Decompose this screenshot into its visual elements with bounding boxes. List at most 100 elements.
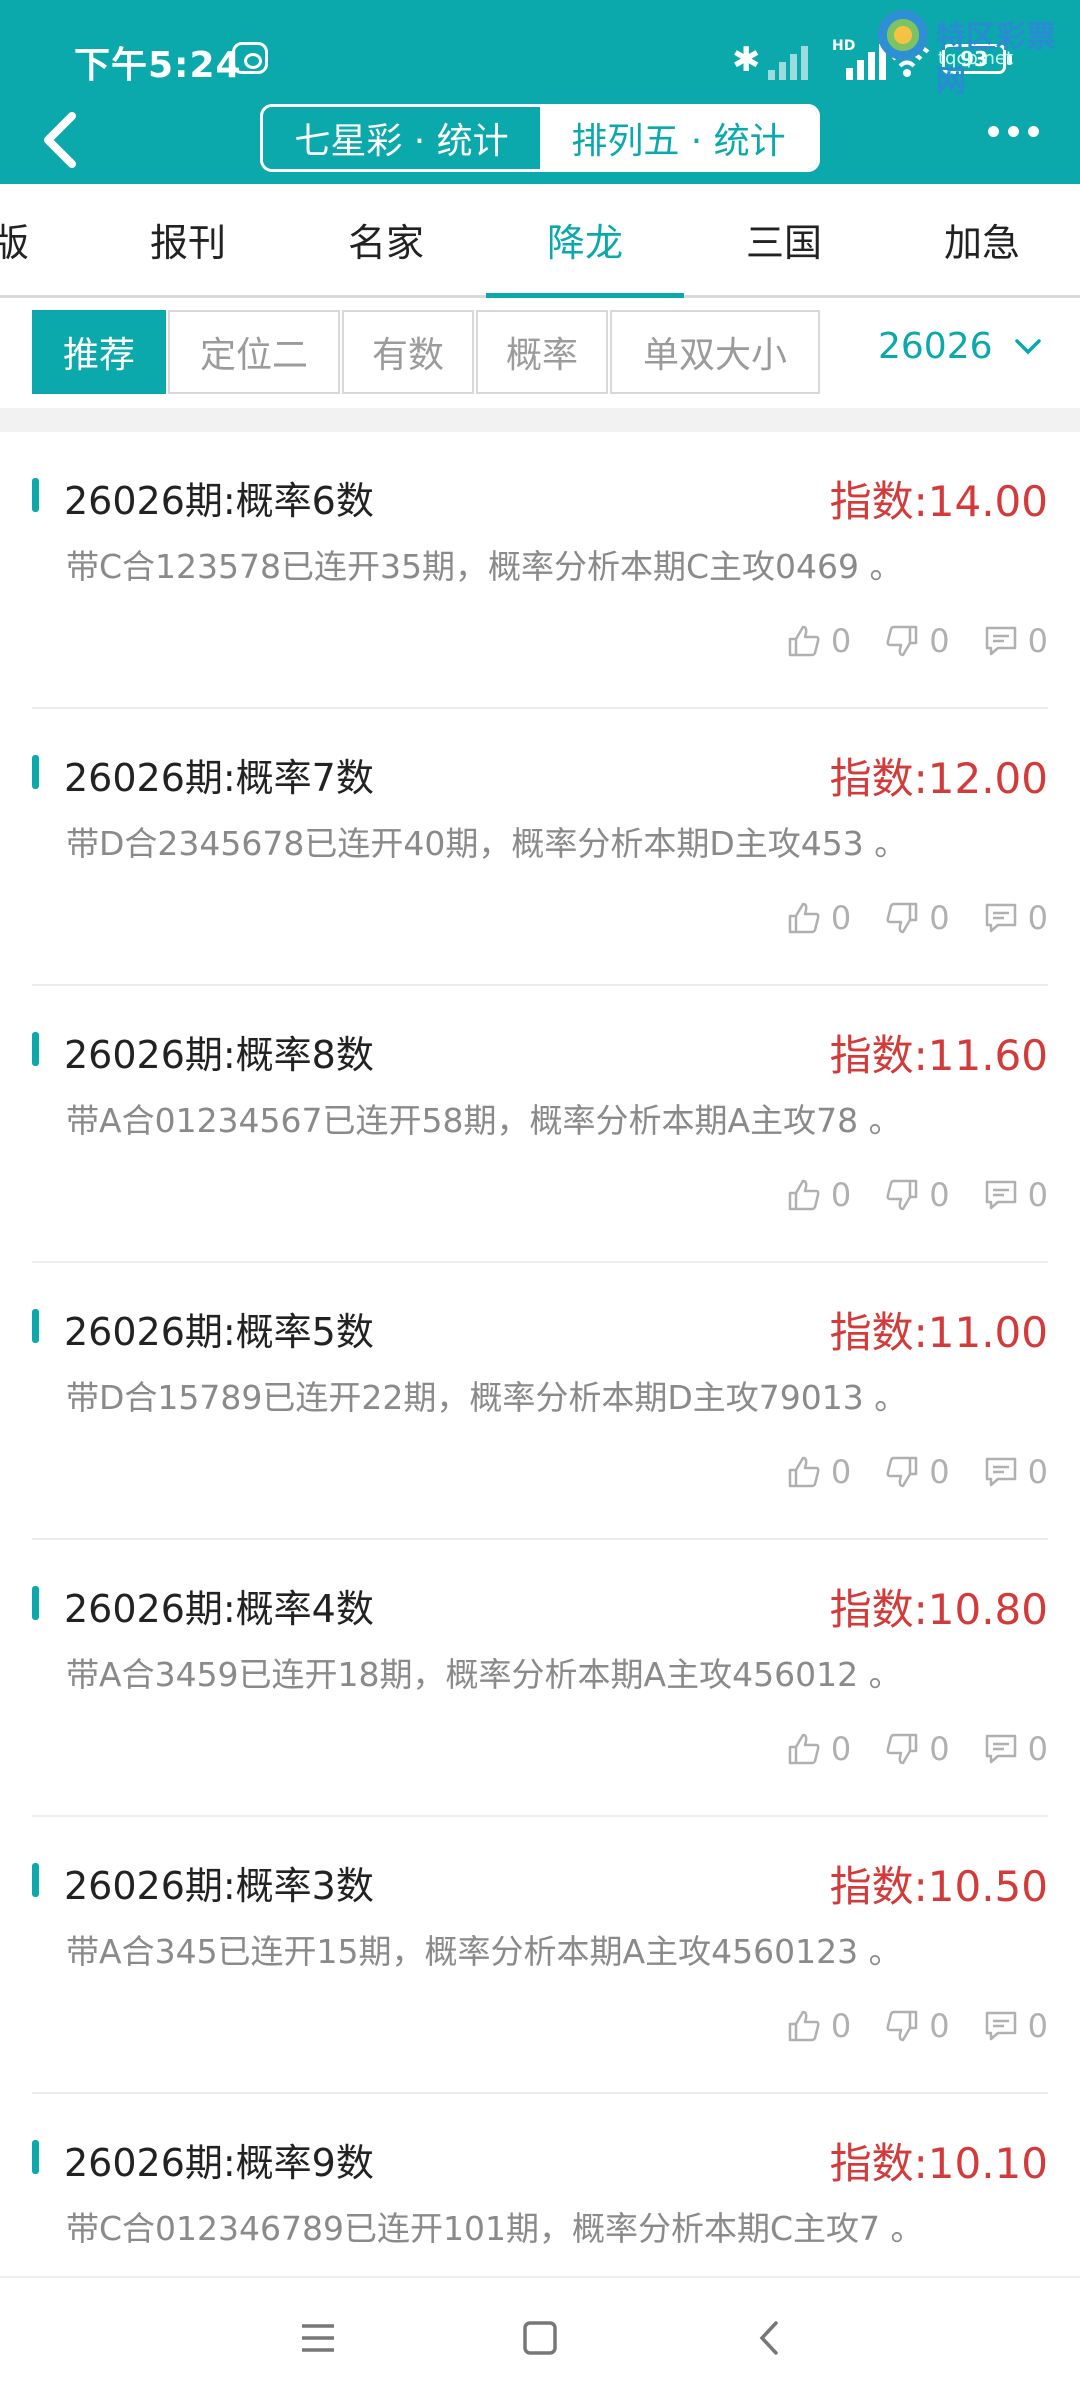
thumbs-down-icon	[886, 625, 918, 657]
segment-switcher: 七星彩 · 统计 排列五 · 统计	[260, 104, 820, 172]
item-actions: 0 0 0	[753, 622, 1048, 660]
item-description: 带D合15789已连开22期，概率分析本期D主攻79013 。	[66, 1378, 908, 1417]
accent-bar	[32, 755, 39, 789]
comment-count: 0	[1027, 622, 1048, 660]
filter-dingwei[interactable]: 定位二	[168, 310, 340, 394]
tab-baokan[interactable]: 报刊	[90, 184, 286, 295]
comment-button[interactable]: 0	[984, 899, 1048, 937]
thumbs-up-icon	[788, 902, 820, 934]
category-tabs: 版 报刊 名家 降龙 三国 加急	[0, 184, 1080, 298]
filter-recommend[interactable]: 推荐	[32, 310, 166, 394]
like-count: 0	[830, 899, 852, 937]
stats-list: 26026期:概率6数 指数:14.00 带C合123578已连开35期，概率分析本…	[0, 432, 1080, 2371]
system-nav-bar	[0, 2276, 1080, 2400]
comment-button[interactable]: 0	[984, 1453, 1048, 1491]
watermark: 特区彩票网 tqcp.net	[878, 10, 1078, 99]
item-title: 26026期:概率7数	[64, 756, 374, 800]
tab-mingjia[interactable]: 名家	[288, 184, 484, 295]
list-item[interactable]: 26026期:概率3数 指数:10.50 带A合345已连开15期，概率分析本期A主…	[32, 1817, 1048, 2094]
bluetooth-icon: ✱	[732, 40, 761, 80]
dislike-button[interactable]: 0	[885, 622, 950, 660]
comment-button[interactable]: 0	[984, 1176, 1048, 1214]
item-title: 26026期:概率3数	[64, 1864, 374, 1908]
item-actions: 0 0 0	[753, 899, 1048, 937]
thumbs-up-icon	[788, 1456, 820, 1488]
dislike-button[interactable]: 0	[885, 899, 950, 937]
dislike-count: 0	[929, 622, 950, 660]
menu-icon[interactable]	[300, 2320, 336, 2356]
item-description: 带A合01234567已连开58期，概率分析本期A主攻78 。	[66, 1101, 902, 1140]
filter-youshu[interactable]: 有数	[342, 310, 474, 394]
item-actions: 0 0 0	[753, 2007, 1048, 2045]
list-item[interactable]: 26026期:概率4数 指数:10.80 带A合3459已连开18期，概率分析本期A…	[32, 1540, 1048, 1817]
comment-button[interactable]: 0	[984, 2007, 1048, 2045]
issue-selector[interactable]: 26026	[878, 326, 1043, 367]
like-button[interactable]: 0	[787, 622, 851, 660]
like-button[interactable]: 0	[787, 1176, 851, 1214]
comment-icon	[985, 1734, 1016, 1764]
dislike-count: 0	[929, 1730, 950, 1768]
item-title: 26026期:概率4数	[64, 1587, 374, 1631]
dislike-count: 0	[929, 1453, 950, 1491]
dislike-count: 0	[929, 899, 950, 937]
back-nav-icon[interactable]	[752, 2320, 788, 2356]
accent-bar	[32, 1309, 39, 1343]
like-count: 0	[830, 2007, 852, 2045]
segment-pailiewu[interactable]: 排列五 · 统计	[540, 107, 817, 169]
item-score: 指数:11.60	[829, 1031, 1048, 1080]
filter-gailv[interactable]: 概率	[476, 310, 608, 394]
item-title: 26026期:概率9数	[64, 2141, 374, 2185]
accent-bar	[32, 478, 39, 512]
comment-icon	[985, 903, 1016, 933]
like-button[interactable]: 0	[787, 1730, 851, 1768]
dislike-button[interactable]: 0	[885, 1730, 950, 1768]
filter-chips: 推荐 定位二 有数 概率 单双大小	[32, 310, 822, 394]
comment-count: 0	[1027, 899, 1048, 937]
like-button[interactable]: 0	[787, 1453, 851, 1491]
item-score: 指数:10.80	[829, 1585, 1048, 1634]
thumbs-up-icon	[788, 1733, 820, 1765]
tab-sanguo[interactable]: 三国	[686, 184, 882, 295]
comment-button[interactable]: 0	[984, 622, 1048, 660]
dislike-button[interactable]: 0	[885, 2007, 950, 2045]
tab-xianglong[interactable]: 降龙	[486, 184, 684, 298]
item-actions: 0 0 0	[753, 1730, 1048, 1768]
comment-icon	[985, 2011, 1016, 2041]
chevron-down-icon	[1014, 338, 1041, 354]
item-score: 指数:10.10	[829, 2139, 1048, 2188]
issue-number: 26026	[878, 326, 993, 367]
accent-bar	[32, 1586, 39, 1620]
item-actions: 0 0 0	[753, 1176, 1048, 1214]
comment-count: 0	[1027, 1453, 1048, 1491]
thumbs-down-icon	[886, 1456, 918, 1488]
like-button[interactable]: 0	[787, 899, 851, 937]
comment-icon	[985, 626, 1016, 656]
accent-bar	[32, 2140, 39, 2174]
list-item[interactable]: 26026期:概率7数 指数:12.00 带D合2345678已连开40期，概率分析…	[32, 709, 1048, 986]
comment-icon	[985, 1180, 1016, 1210]
dislike-button[interactable]: 0	[885, 1453, 950, 1491]
item-actions: 0 0 0	[753, 1453, 1048, 1491]
comment-count: 0	[1027, 1176, 1048, 1214]
tab-jiaji[interactable]: 加急	[884, 184, 1080, 295]
accent-bar	[32, 1032, 39, 1066]
dislike-button[interactable]: 0	[885, 1176, 950, 1214]
tab-ban[interactable]: 版	[0, 184, 60, 295]
comment-icon	[985, 1457, 1016, 1487]
signal-icon	[768, 42, 818, 80]
item-score: 指数:11.00	[829, 1308, 1048, 1357]
dislike-count: 0	[929, 1176, 950, 1214]
list-item[interactable]: 26026期:概率5数 指数:11.00 带D合15789已连开22期，概率分析本期…	[32, 1263, 1048, 1540]
like-button[interactable]: 0	[787, 2007, 851, 2045]
home-icon[interactable]	[522, 2320, 558, 2356]
list-item[interactable]: 26026期:概率8数 指数:11.60 带A合01234567已连开58期，概率分…	[32, 986, 1048, 1263]
segment-qixingcai[interactable]: 七星彩 · 统计	[263, 107, 540, 169]
item-title: 26026期:概率6数	[64, 479, 374, 523]
filter-danshuang[interactable]: 单双大小	[610, 310, 820, 394]
more-options-icon[interactable]	[988, 122, 1048, 152]
back-arrow-icon[interactable]	[36, 104, 86, 174]
list-item[interactable]: 26026期:概率6数 指数:14.00 带C合123578已连开35期，概率分析本…	[32, 432, 1048, 709]
item-title: 26026期:概率5数	[64, 1310, 374, 1354]
comment-button[interactable]: 0	[984, 1730, 1048, 1768]
item-description: 带D合2345678已连开40期，概率分析本期D主攻453 。	[66, 824, 908, 863]
